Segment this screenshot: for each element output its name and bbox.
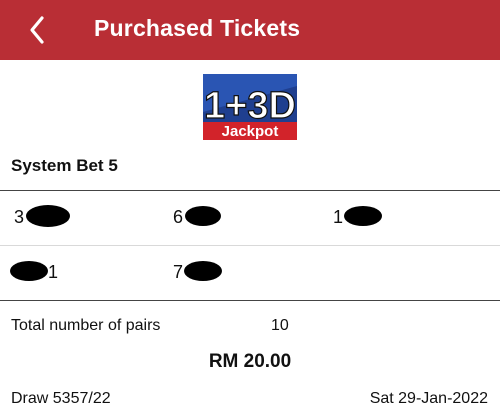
ticket-number: 3 [14, 205, 74, 229]
svg-text:1+3D: 1+3D [204, 85, 296, 127]
page-title: Purchased Tickets [94, 15, 301, 41]
draw-date: Sat 29-Jan-2022 [369, 390, 488, 407]
jackpot-logo: 1+3D Jackpot [203, 74, 297, 140]
redaction-mark [10, 261, 48, 281]
redaction-mark [184, 261, 222, 281]
bet-type-title: System Bet 5 [11, 156, 118, 175]
app-header: Purchased Tickets [0, 0, 500, 60]
redaction-mark [185, 206, 221, 226]
redaction-mark [26, 205, 70, 227]
divider [0, 190, 500, 191]
total-amount: RM 20.00 [208, 351, 292, 372]
ticket-number: 1 [10, 260, 70, 284]
ticket-number: 7 [173, 260, 233, 284]
divider [0, 300, 500, 301]
pairs-label: Total number of pairs [11, 317, 161, 334]
chevron-left-icon [30, 16, 44, 44]
svg-text:Jackpot: Jackpot [222, 123, 279, 140]
row-divider [0, 245, 500, 246]
back-button[interactable] [22, 10, 56, 50]
ticket-number: 6 [173, 205, 233, 229]
ticket-number: 1 [333, 205, 393, 229]
pairs-value: 10 [271, 317, 289, 334]
draw-number: Draw 5357/22 [11, 390, 111, 407]
redaction-mark [344, 206, 382, 226]
